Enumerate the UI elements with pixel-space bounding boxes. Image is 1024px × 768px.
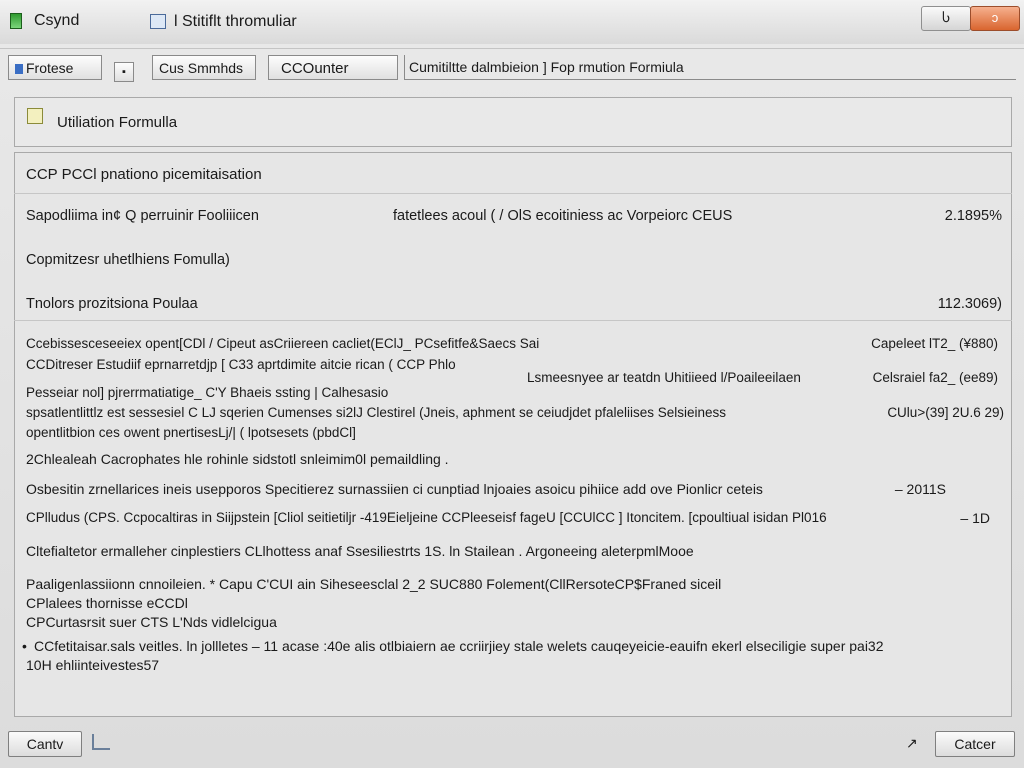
close-button[interactable]: ↄ <box>970 6 1020 31</box>
process-label: Frotese <box>26 60 74 76</box>
minimize-button[interactable]: Ⴑ <box>921 6 971 31</box>
app-name: Csynd <box>34 12 80 29</box>
counter-button[interactable]: CCOunter <box>268 55 398 80</box>
cancel-button[interactable]: Catcer <box>935 731 1015 757</box>
block1-line2-description: Lsmeesnyee ar teatdn Uhitiieed l/Poailee… <box>527 370 801 385</box>
formula-icon <box>27 108 43 124</box>
summary-button[interactable]: Cus Smmhds <box>152 55 256 80</box>
window-title: l Stitiflt thromuliar <box>174 13 297 30</box>
rows-divider <box>14 320 1012 321</box>
document-icon <box>150 14 166 29</box>
text-line-d: Cltefialtetor ermalleher cinplestiers CL… <box>26 543 694 559</box>
block1-line4: spsatlentlittlz est sessesiel C LJ sqeri… <box>26 405 727 420</box>
text-line-c: CPlludus (CPS. Ccpocaltiras in Siijpstei… <box>26 510 827 525</box>
block1-line4-value: CUlu>(39] 2U.6 29) <box>887 405 1004 420</box>
small-toolbar-button[interactable]: ▪ <box>114 62 134 82</box>
row1-description: fatetlees acoul ( / OlS ecoitiniess ac V… <box>393 208 733 224</box>
paragraph-line-3: CPCurtasrsit suer CTS L'Nds vidlelcigua <box>26 614 277 630</box>
process-icon <box>15 64 23 74</box>
row2-label: Copmitzesr uhetlhiens Fomulla) <box>26 252 230 268</box>
text-line-c-value: – 1D <box>960 510 990 526</box>
paragraph-line-1: Paaligenlassiionn cnnoileien. * Capu C'C… <box>26 576 722 592</box>
row1-value: 2.1895% <box>944 208 1002 224</box>
process-button[interactable]: Frotese <box>8 55 102 80</box>
block1-line2-value: Celsraiel fa2_ (ee89) <box>872 370 998 385</box>
block1-line1-value: Capeleet lT2_ (¥880) <box>871 336 998 351</box>
left-footer-button[interactable]: Cantv <box>8 731 82 757</box>
text-line-b: Osbesitin zrnellarices ineis usepporos S… <box>26 481 763 497</box>
row1-label: Sapodliima in¢ Q perruinir Fooliiicen <box>26 208 259 224</box>
toolbar-divider <box>0 48 1024 49</box>
path-field[interactable]: Cumitiltte dalmbieion ] Fop rmution Form… <box>404 55 1016 80</box>
text-line-b-value: – 2011S <box>894 481 946 497</box>
block1-line5: opentlitbion ces owent pnertisesLj/| ( l… <box>26 425 356 440</box>
paragraph-line-5: 10H ehliinteivestes57 <box>26 657 160 673</box>
text-line-a: 2Chlealeah Cacrophates hle rohinle sidst… <box>26 451 449 467</box>
cursor-icon: ↗ <box>906 735 918 751</box>
bullet-line: CCfetitaisar.sals veitles. ln jollletes … <box>34 638 884 654</box>
panel-title: Utiliation Formulla <box>57 114 178 131</box>
resize-icon <box>92 734 110 750</box>
app-icon <box>10 13 22 29</box>
row3-label: Tnolors prozitsiona Poulaa <box>26 296 198 312</box>
bullet-icon: • <box>22 638 27 654</box>
block1-line3: Pesseiar nol] pjrerrmatiatige_ C'Y Bhaei… <box>26 385 389 400</box>
header-panel: Utiliation Formulla <box>14 97 1012 147</box>
paragraph-line-2: CPlalees thornisse eCCDl <box>26 595 188 611</box>
section-title: CCP PCCl pnationo picemitaisation <box>26 166 262 183</box>
section-divider <box>14 193 1012 194</box>
block1-line2: CCDitreser Estudiif eprnarretdjp [ C33 a… <box>26 357 456 372</box>
row3-value: 112.3069) <box>937 296 1002 312</box>
block1-line1: Ccebissesceseeiex opent[CDl / Cipeut asC… <box>26 336 540 351</box>
